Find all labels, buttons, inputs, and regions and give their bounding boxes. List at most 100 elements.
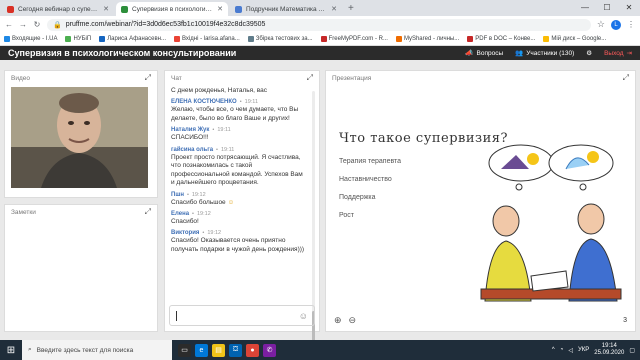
- message-author[interactable]: Виктория: [171, 230, 199, 236]
- bookmark-label: Лариса Афанасевн...: [107, 36, 166, 42]
- message-author[interactable]: Елена: [171, 211, 189, 217]
- zoom-in-icon[interactable]: ⊕: [334, 315, 342, 326]
- minimize-icon[interactable]: —: [574, 0, 596, 14]
- search-placeholder: Введите здесь текст для поиска: [36, 346, 134, 354]
- bookmark-icon: [467, 36, 474, 42]
- message-author[interactable]: гайсина ольга: [171, 147, 213, 153]
- expand-icon[interactable]: ⤢: [145, 207, 151, 217]
- language-indicator[interactable]: УКР: [578, 347, 589, 353]
- presentation-panel: Презентация ⤢ Что такое супервизия? Тера…: [325, 70, 636, 332]
- network-icon[interactable]: ◔: [560, 347, 564, 353]
- bookmark-item[interactable]: PDF в DOC – Конве...: [467, 36, 535, 42]
- profile-avatar[interactable]: L: [611, 19, 621, 30]
- chat-message-input[interactable]: ☺: [169, 305, 315, 326]
- store-icon[interactable]: ⛋: [229, 343, 242, 357]
- browser-tab[interactable]: Сегодня вебинар о супервизии ✕: [2, 2, 114, 16]
- participants-label: Участники (130): [526, 49, 575, 57]
- speaker-image: [11, 87, 148, 188]
- bookmark-icon: [247, 36, 254, 42]
- megaphone-icon: 📣: [465, 50, 474, 57]
- system-tray: ^ ◔ ◁ УКР 19:14 25.09.2020 ▢: [552, 343, 640, 357]
- close-tab-icon[interactable]: ✕: [331, 5, 337, 13]
- exit-button[interactable]: Выход ⇥: [604, 49, 632, 58]
- taskbar-search[interactable]: ⌕ Введите здесь текст для поиска: [22, 340, 172, 360]
- bookmark-icon: [99, 36, 106, 42]
- notifications-icon[interactable]: ▢: [629, 347, 635, 354]
- taskbar-apps: ▭ e ▤ ⛋ ● ✆: [178, 343, 276, 357]
- maximize-icon[interactable]: ☐: [596, 0, 618, 14]
- page-title: Супервизия в психологическом консультиро…: [8, 48, 237, 58]
- bookmark-item[interactable]: FreeMyPDF.com - R...: [320, 36, 388, 42]
- questions-label: Вопросы: [476, 49, 504, 57]
- bookmark-item[interactable]: Входящие - I.UA: [4, 36, 57, 42]
- participants-button[interactable]: 👥 Участники (130): [515, 49, 575, 58]
- bookmark-star-icon[interactable]: ☆: [597, 19, 605, 30]
- slide-bullet: Поддержка: [339, 194, 376, 201]
- new-tab-button[interactable]: +: [348, 3, 354, 14]
- reload-icon[interactable]: ↻: [33, 20, 41, 29]
- close-tab-icon[interactable]: ✕: [103, 5, 109, 13]
- webinar-header: Супервизия в психологическом консультиро…: [0, 46, 640, 60]
- bookmark-item[interactable]: Збірка тестових за...: [247, 36, 313, 42]
- expand-icon[interactable]: ⤢: [145, 73, 151, 83]
- file-explorer-icon[interactable]: ▤: [212, 343, 225, 357]
- video-panel-title: Видео: [11, 74, 30, 82]
- questions-button[interactable]: 📣 Вопросы: [465, 49, 504, 58]
- expand-icon[interactable]: ⤢: [307, 73, 313, 83]
- chat-messages: С днем рожденья, Наталья, вас ЕЛЕНА КОСТ…: [171, 87, 307, 301]
- bookmark-item[interactable]: MyShared - личны...: [395, 36, 459, 42]
- forward-icon[interactable]: →: [19, 20, 27, 29]
- message-author[interactable]: Пшн: [171, 192, 184, 198]
- bookmarks-bar: Входящие - I.UA НУБіП Лариса Афанасевн..…: [0, 33, 640, 46]
- video-feed: [11, 87, 148, 188]
- bookmark-item[interactable]: Вхідні - larisa.afana...: [174, 36, 240, 42]
- panel-header: Видео ⤢: [5, 71, 157, 85]
- message-text: С днем рожденья, Наталья, вас: [171, 87, 268, 94]
- url-input[interactable]: 🔒 pruffme.com/webinar/?id=3d0d6ec53fb1c1…: [47, 18, 591, 31]
- bookmark-item[interactable]: Лариса Афанасевн...: [99, 36, 166, 42]
- panel-header: Презентация ⤢: [326, 71, 635, 85]
- chat-panel: Чат ⤢ С днем рожденья, Наталья, вас ЕЛЕН…: [164, 70, 320, 351]
- close-tab-icon[interactable]: ✕: [217, 5, 223, 13]
- emoji-picker-icon[interactable]: ☺: [299, 311, 308, 321]
- message-time: 19:11: [244, 99, 259, 106]
- bookmark-icon: [543, 36, 550, 42]
- close-window-icon[interactable]: ✕: [618, 0, 640, 14]
- bookmark-item[interactable]: Мій диск – Google...: [543, 36, 606, 42]
- expand-icon[interactable]: ⤢: [623, 73, 629, 83]
- clock-time: 19:14: [601, 342, 617, 349]
- chat-message: С днем рожденья, Наталья, вас: [171, 87, 307, 95]
- bookmark-item[interactable]: НУБіП: [65, 36, 91, 42]
- chrome-icon[interactable]: ●: [246, 343, 259, 357]
- menu-icon[interactable]: ⋮: [627, 20, 635, 29]
- slide-illustration: [480, 144, 622, 302]
- message-time: 19:12: [196, 210, 211, 217]
- message-author[interactable]: Наталия Жук: [171, 127, 209, 133]
- message-author[interactable]: ЕЛЕНА КОСТЮЧЕНКО: [171, 99, 237, 105]
- message-text: Спасибо! Оказывается очень приятно получ…: [171, 237, 305, 253]
- bookmark-label: FreeMyPDF.com - R...: [328, 36, 388, 42]
- notes-panel: Заметки ⤢: [4, 204, 158, 332]
- page-number: 3: [623, 317, 627, 324]
- bookmark-icon: [320, 36, 327, 42]
- settings-button[interactable]: ⚙: [586, 49, 592, 57]
- clock[interactable]: 19:14 25.09.2020: [594, 343, 624, 357]
- back-icon[interactable]: ←: [5, 20, 13, 29]
- tab-favicon-icon: [7, 5, 14, 13]
- tab-favicon-icon: [235, 5, 242, 13]
- slide-bullet: Терапия терапевта: [339, 158, 402, 165]
- browser-tab[interactable]: Подручник Математика 6 клас ✕: [230, 2, 342, 16]
- bookmark-label: НУБіП: [73, 36, 92, 42]
- chevron-up-icon[interactable]: ^: [552, 347, 555, 353]
- zoom-out-icon[interactable]: ⊖: [349, 315, 357, 326]
- edge-icon[interactable]: e: [195, 343, 208, 357]
- viber-icon[interactable]: ✆: [263, 343, 276, 357]
- bookmark-label: Мій диск – Google...: [551, 36, 607, 42]
- exit-icon: ⇥: [626, 50, 632, 57]
- bookmark-label: Входящие - I.UA: [12, 36, 58, 42]
- volume-icon[interactable]: ◁: [568, 347, 573, 354]
- windows-start-icon[interactable]: ⊞: [0, 340, 22, 360]
- browser-tab-active[interactable]: Супервизия в психологичес ✕: [116, 2, 228, 16]
- notes-panel-title: Заметки: [11, 208, 36, 216]
- task-view-icon[interactable]: ▭: [178, 343, 191, 357]
